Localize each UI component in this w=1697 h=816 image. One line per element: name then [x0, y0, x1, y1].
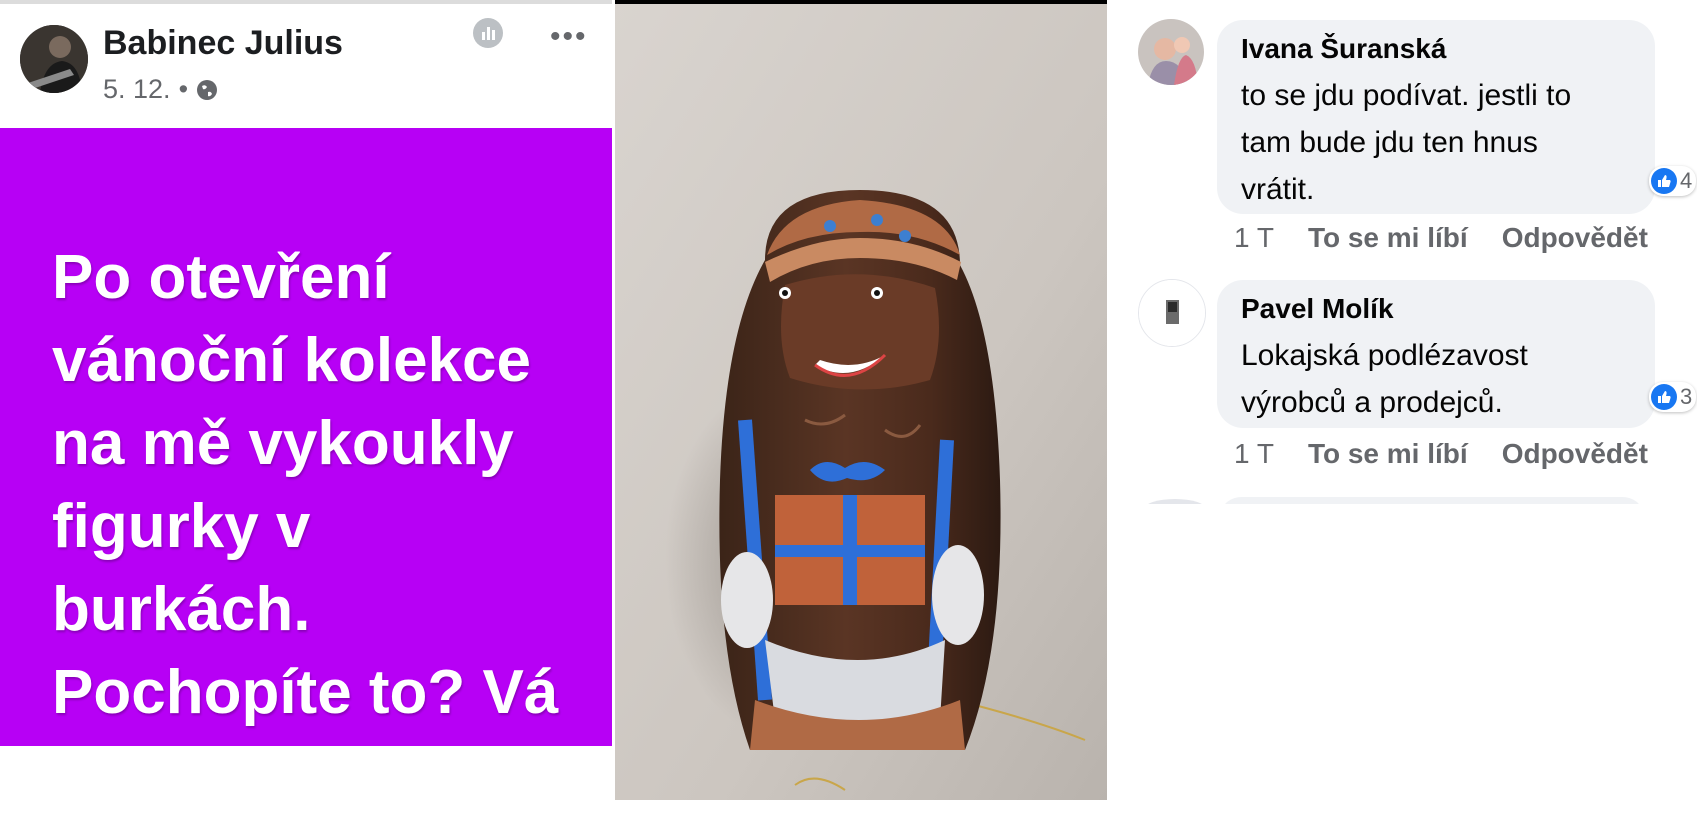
post-date[interactable]: 5. 12. [103, 74, 171, 105]
comments-panel: Ivana Šuranská to se jdu podívat. jestli… [1110, 0, 1697, 816]
divider [0, 0, 612, 4]
post-meta: 5. 12. • [103, 74, 218, 105]
facebook-post: Babinec Julius 5. 12. • ••• Po otevření … [0, 0, 612, 816]
avatar-image [20, 25, 88, 93]
post-footer-space [0, 746, 612, 816]
like-button[interactable]: To se mi líbí [1308, 222, 1468, 254]
chocolate-figure-photo[interactable] [615, 0, 1107, 800]
commenter-avatar-partial [1142, 494, 1208, 504]
reply-button[interactable]: Odpovědět [1502, 222, 1648, 254]
post-text-background: Po otevření vánoční kolekce na mě vykouk… [0, 128, 612, 746]
meta-separator: • [178, 74, 189, 104]
comment-author-name[interactable]: Pavel Molík [1241, 293, 1394, 325]
reaction-count: 4 [1680, 168, 1693, 193]
post-author-name[interactable]: Babinec Julius [103, 24, 343, 63]
comment-actions: 1 T To se mi líbí Odpovědět [1234, 438, 1648, 470]
reaction-count: 3 [1680, 384, 1693, 409]
comment-text-line: výrobců a prodejců. [1241, 386, 1503, 419]
author-avatar[interactable] [20, 25, 88, 93]
photo-image [615, 0, 1107, 800]
post-text: Po otevření vánoční kolekce na mě vykouk… [52, 243, 559, 727]
comment-bubble: Pavel Molík Lokajská podlézavost výrobců… [1217, 280, 1655, 428]
globe-icon [197, 79, 218, 100]
comment-text-line: tam bude jdu ten hnus [1241, 126, 1538, 159]
like-icon [1651, 384, 1677, 410]
comment-actions: 1 T To se mi líbí Odpovědět [1234, 222, 1648, 254]
photo-top-border [615, 0, 1107, 4]
comment-author-name[interactable]: Ivana Šuranská [1241, 33, 1446, 65]
comment-text: Lokajská podlézavost výrobců a prodejců. [1241, 332, 1528, 426]
comment-text-line: vrátit. [1241, 173, 1315, 206]
comment-text-line: to se jdu podívat. jestli to [1241, 79, 1572, 112]
reply-button[interactable]: Odpovědět [1502, 438, 1648, 470]
comment-timestamp[interactable]: 1 T [1234, 222, 1274, 254]
reaction-summary[interactable]: 3 [1649, 382, 1697, 412]
insights-icon[interactable] [473, 18, 503, 48]
comment-bubble-partial [1222, 494, 1642, 504]
like-icon [1651, 168, 1677, 194]
more-options-icon[interactable]: ••• [550, 22, 588, 52]
commenter-avatar[interactable] [1138, 279, 1206, 347]
avatar-image [1138, 19, 1204, 85]
comment-bubble: Ivana Šuranská to se jdu podívat. jestli… [1217, 20, 1655, 214]
commenter-avatar[interactable] [1138, 19, 1204, 85]
reaction-summary[interactable]: 4 [1649, 166, 1697, 196]
comment-text-line: Lokajská podlézavost [1241, 339, 1528, 372]
like-button[interactable]: To se mi líbí [1308, 438, 1468, 470]
comment-timestamp[interactable]: 1 T [1234, 438, 1274, 470]
comment-text: to se jdu podívat. jestli to tam bude jd… [1241, 72, 1571, 213]
avatar-image [1139, 280, 1205, 346]
